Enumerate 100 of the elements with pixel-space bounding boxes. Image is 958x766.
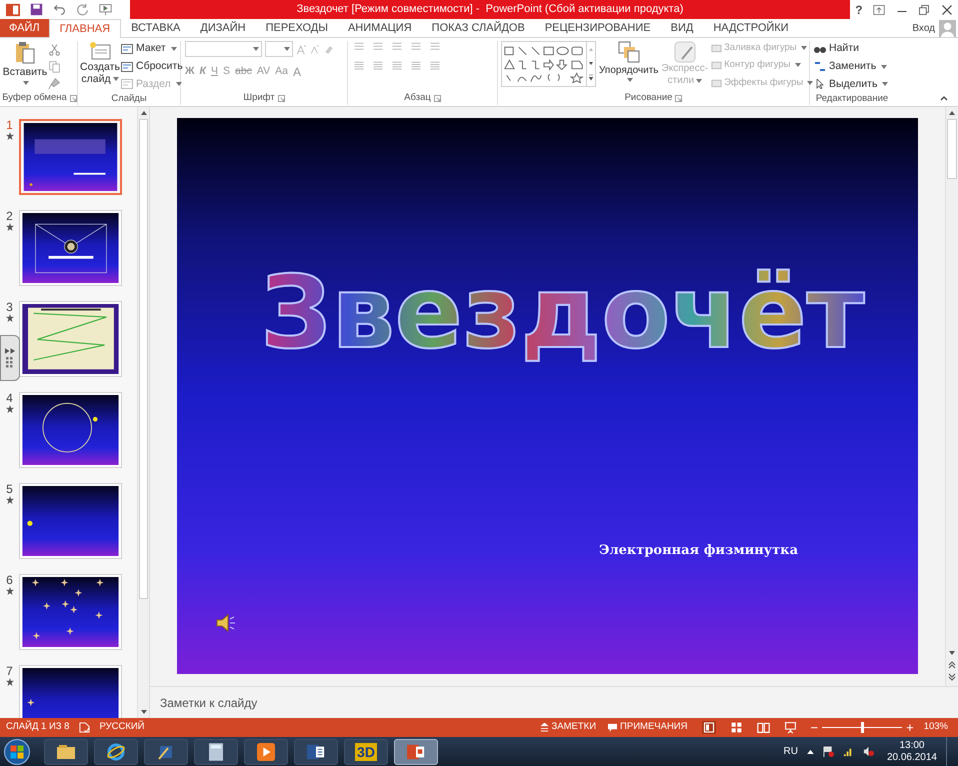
zoom-out-button[interactable]: − bbox=[810, 721, 818, 734]
editing-button[interactable]: Найти bbox=[814, 41, 890, 57]
slides-menu-button[interactable]: Макет bbox=[121, 41, 183, 57]
undo-icon[interactable] bbox=[53, 3, 66, 16]
slide-thumbnail[interactable] bbox=[19, 301, 122, 377]
ribbon-tab[interactable]: ПЕРЕХОДЫ bbox=[256, 19, 338, 37]
close-icon[interactable] bbox=[940, 4, 953, 16]
file-tab[interactable]: ФАЙЛ bbox=[0, 19, 49, 37]
notes-button[interactable]: ЗАМЕТКИ bbox=[540, 720, 596, 735]
cut-icon[interactable] bbox=[48, 43, 61, 56]
caret-icon bbox=[23, 80, 29, 85]
redo-icon[interactable] bbox=[76, 3, 89, 16]
ribbon-tab[interactable]: ВСТАВКА bbox=[121, 19, 190, 37]
panel-toggle-button[interactable] bbox=[0, 335, 20, 381]
volume-muted-icon[interactable] bbox=[862, 746, 874, 757]
scrollbar-thumb[interactable] bbox=[947, 119, 957, 179]
slide-number: 7 bbox=[6, 665, 13, 678]
ribbon-tab[interactable]: АНИМАЦИЯ bbox=[338, 19, 422, 37]
slides-menu-button[interactable]: Сбросить bbox=[121, 58, 183, 74]
dialog-launcher-icon[interactable] bbox=[434, 94, 441, 102]
caret-icon bbox=[112, 77, 119, 81]
scrollbar-thumb[interactable] bbox=[139, 119, 148, 599]
caret-icon bbox=[807, 80, 814, 85]
taskbar-button[interactable]: 3D bbox=[344, 738, 388, 764]
slide-thumbnail[interactable] bbox=[19, 483, 122, 559]
scrollbar[interactable] bbox=[945, 107, 958, 686]
slide-number: 4 bbox=[6, 392, 13, 405]
next-slide-icon[interactable] bbox=[947, 672, 957, 682]
taskbar-button[interactable] bbox=[394, 738, 438, 764]
taskbar-button[interactable] bbox=[144, 738, 188, 764]
expand-icon bbox=[4, 348, 16, 354]
sign-in-link[interactable]: Вход bbox=[912, 20, 935, 36]
collapse-ribbon-icon[interactable] bbox=[940, 95, 948, 101]
slide-subtitle[interactable]: Электронная физминутка bbox=[599, 541, 798, 560]
font-name-field[interactable] bbox=[185, 41, 262, 57]
restore-icon[interactable] bbox=[918, 4, 930, 16]
slide-number: 5 bbox=[6, 483, 13, 496]
slide-thumbnail[interactable] bbox=[19, 392, 122, 468]
slideshow-icon[interactable] bbox=[784, 721, 796, 734]
editing-button[interactable]: Выделить bbox=[814, 76, 890, 92]
caret-icon bbox=[253, 47, 259, 51]
play-icon bbox=[257, 742, 275, 760]
caret-icon bbox=[284, 47, 290, 51]
ribbon-tab[interactable]: ПОКАЗ СЛАЙДОВ bbox=[422, 19, 535, 37]
slideshow-icon[interactable] bbox=[99, 3, 112, 16]
comments-button[interactable]: ПРИМЕЧАНИЯ bbox=[608, 720, 688, 735]
notes-icon bbox=[540, 723, 549, 732]
zoom-slider[interactable] bbox=[822, 722, 902, 733]
format-painter-icon[interactable] bbox=[48, 77, 61, 90]
ribbon-tab[interactable]: НАДСТРОЙКИ bbox=[703, 19, 799, 37]
new-slide-icon bbox=[89, 41, 111, 61]
taskbar-button[interactable] bbox=[244, 738, 288, 764]
caret-icon bbox=[794, 63, 800, 68]
signal-icon[interactable] bbox=[842, 746, 854, 757]
reading-view-icon[interactable] bbox=[756, 721, 770, 734]
previous-slide-icon[interactable] bbox=[947, 660, 957, 670]
help-button[interactable]: ? bbox=[855, 0, 863, 18]
arrange-button[interactable]: Упорядочить bbox=[599, 41, 659, 90]
start-button[interactable] bbox=[4, 738, 30, 764]
slide-thumbnail[interactable] bbox=[19, 119, 122, 195]
ribbon-display-icon[interactable] bbox=[873, 4, 886, 16]
taskbar-button[interactable] bbox=[294, 738, 338, 764]
taskbar-button[interactable] bbox=[44, 738, 88, 764]
flag-icon[interactable] bbox=[822, 746, 834, 757]
speaker-icon[interactable] bbox=[215, 613, 237, 633]
save-icon[interactable] bbox=[30, 3, 43, 16]
caret-up-icon[interactable] bbox=[806, 749, 814, 754]
font-size-field[interactable] bbox=[265, 41, 293, 57]
slide-sorter-icon[interactable] bbox=[730, 721, 742, 734]
zoom-in-button[interactable]: + bbox=[906, 721, 914, 734]
ribbon-tab[interactable]: РЕЦЕНЗИРОВАНИЕ bbox=[534, 19, 661, 37]
arrange-icon bbox=[618, 41, 640, 63]
dialog-launcher-icon[interactable] bbox=[70, 94, 77, 102]
new-slide-button[interactable]: Создать слайд bbox=[81, 41, 119, 92]
keyboard-language[interactable]: RU bbox=[783, 744, 798, 759]
slide-number: 2 bbox=[6, 210, 13, 223]
slide-thumbnail[interactable] bbox=[19, 574, 122, 650]
taskbar-button[interactable] bbox=[194, 738, 238, 764]
app-icon[interactable] bbox=[6, 2, 20, 16]
dialog-launcher-icon[interactable] bbox=[278, 94, 285, 102]
slide-thumbnail[interactable] bbox=[19, 210, 122, 286]
shapes-gallery[interactable] bbox=[501, 41, 596, 87]
ribbon-tab[interactable]: ДИЗАЙН bbox=[190, 19, 256, 37]
editing-button[interactable]: Заменить bbox=[814, 58, 890, 74]
slide-canvas[interactable]: Звездочёт Электронная физминутка bbox=[177, 118, 918, 674]
ribbon-tab[interactable]: ГЛАВНАЯ bbox=[48, 19, 122, 38]
normal-view-icon[interactable] bbox=[702, 721, 716, 734]
spelling-icon[interactable] bbox=[79, 722, 90, 733]
caret-icon bbox=[170, 46, 177, 51]
taskbar-button[interactable] bbox=[94, 738, 138, 764]
scrollbar[interactable] bbox=[137, 107, 149, 718]
paste-button[interactable]: Вставить bbox=[2, 41, 48, 90]
zoom-percentage[interactable]: 103% bbox=[924, 720, 948, 735]
slide-number: 3 bbox=[6, 301, 13, 314]
dialog-launcher-icon[interactable] bbox=[675, 94, 682, 102]
ribbon-tab[interactable]: ВИД bbox=[660, 19, 704, 37]
language-indicator[interactable]: РУССКИЙ bbox=[99, 720, 145, 735]
clock-time[interactable]: 13:00 bbox=[899, 740, 924, 752]
clock-date[interactable]: 20.06.2014 bbox=[886, 752, 937, 764]
shape-style-icon bbox=[711, 43, 722, 54]
